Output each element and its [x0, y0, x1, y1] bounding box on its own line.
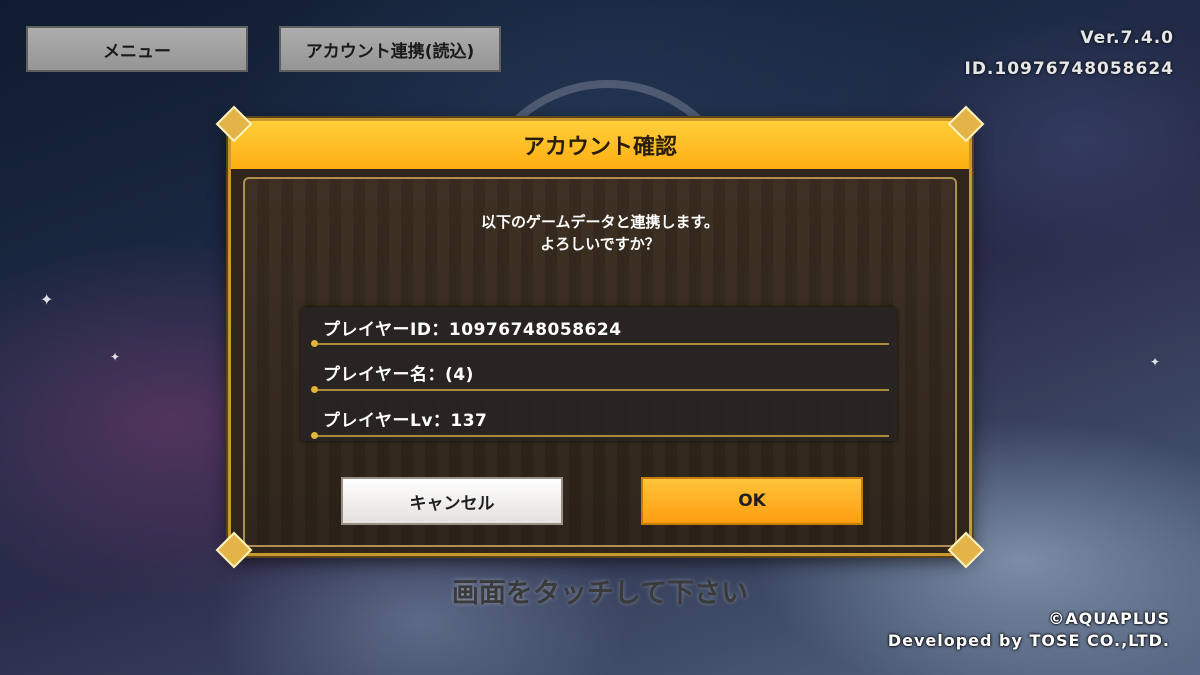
row-divider [311, 386, 889, 393]
sparkle-icon: ✦ [40, 290, 54, 309]
player-level-row: プレイヤーLv：137 [323, 411, 488, 431]
confirm-message-line1: 以下のゲームデータと連携します。 [480, 213, 720, 231]
dialog-title: アカウント確認 [231, 121, 969, 169]
touch-prompt: 画面をタッチして下さい [451, 578, 749, 609]
version-label: Ver.7.4.0 [1080, 28, 1174, 48]
title-screen[interactable]: ✦ ✦ ✦ メニュー アカウント連携(読込) Ver.7.4.0 ID.1097… [0, 0, 1200, 675]
sparkle-icon: ✦ [110, 350, 121, 364]
sparkle-icon: ✦ [1150, 355, 1161, 369]
copyright-line1: ©AQUAPLUS [1048, 609, 1170, 628]
ok-button[interactable]: OK [641, 477, 863, 525]
cancel-button[interactable]: キャンセル [341, 477, 563, 525]
menu-button[interactable]: メニュー [26, 26, 248, 72]
user-id-label: ID.10976748058624 [964, 59, 1174, 79]
copyright: ©AQUAPLUS Developed by TOSE CO.,LTD. [888, 608, 1170, 652]
account-confirm-dialog: アカウント確認 以下のゲームデータと連携します。 よろしいですか？ プレイヤーI… [215, 105, 985, 569]
confirm-message-line2: よろしいですか？ [540, 235, 660, 253]
player-info-box: プレイヤーID：10976748058624 プレイヤー名：(4) プレイヤーL… [301, 307, 897, 441]
player-name-row: プレイヤー名：(4) [323, 365, 474, 385]
row-divider [311, 340, 889, 347]
account-link-button[interactable]: アカウント連携(読込) [279, 26, 501, 72]
player-id-row: プレイヤーID：10976748058624 [323, 320, 622, 340]
confirm-message: 以下のゲームデータと連携します。 よろしいですか？ [231, 211, 969, 255]
row-divider [311, 432, 889, 439]
copyright-line2: Developed by TOSE CO.,LTD. [887, 631, 1170, 650]
